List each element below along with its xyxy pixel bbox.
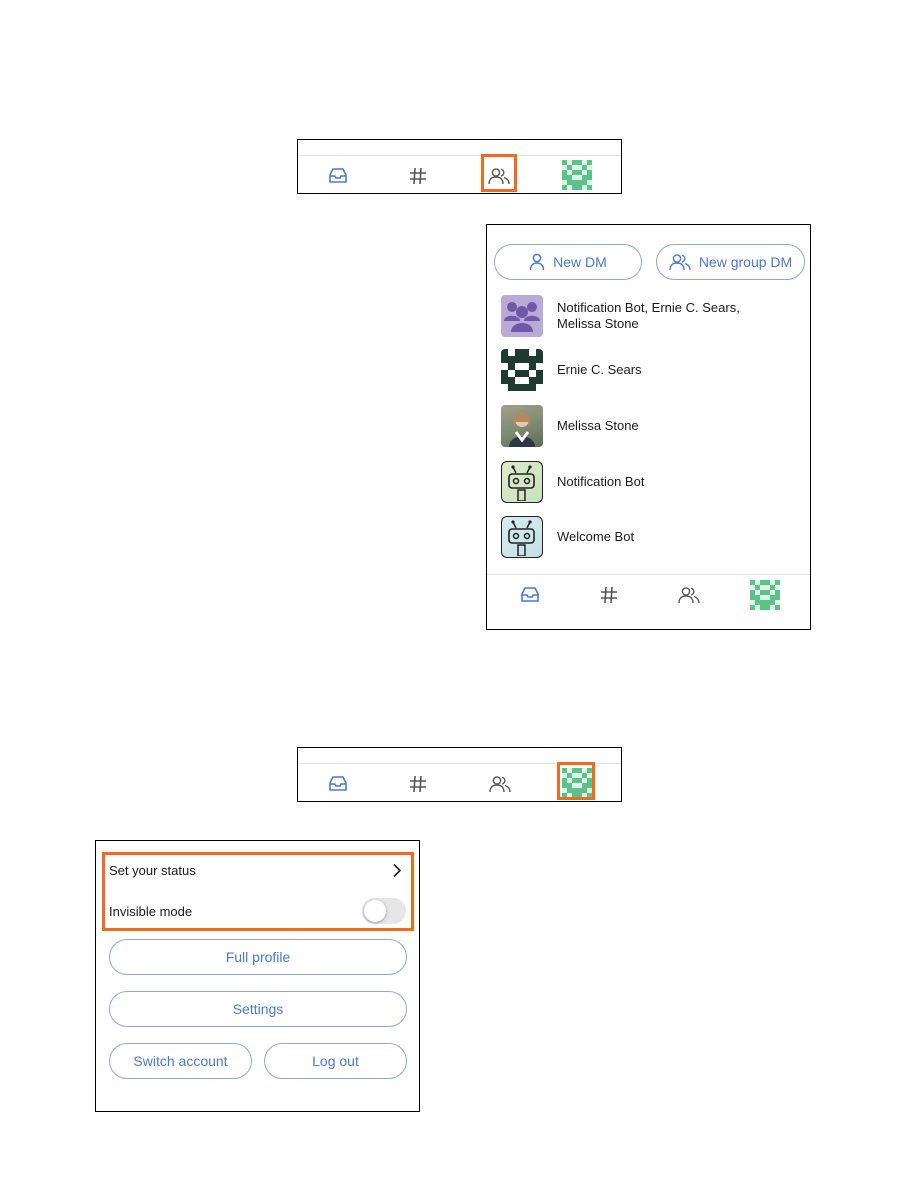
- profile-avatar-icon: [562, 768, 592, 798]
- list-item[interactable]: Notification Bot, Ernie C. Sears, Meliss…: [501, 295, 777, 337]
- group-users-icon: [669, 254, 691, 271]
- tab-channels[interactable]: [406, 164, 430, 188]
- inbox-icon: [521, 587, 539, 602]
- log-out-button[interactable]: Log out: [264, 1043, 407, 1079]
- identicon-avatar: [501, 349, 543, 391]
- tab-direct-messages[interactable]: [487, 164, 511, 188]
- bottom-tab-bar: [298, 763, 621, 801]
- tab-inbox[interactable]: [326, 772, 350, 796]
- invisible-mode-toggle[interactable]: [362, 898, 406, 924]
- direct-messages-icon: [678, 587, 700, 604]
- new-group-dm-button[interactable]: New group DM: [656, 244, 805, 280]
- robot-face-icon: [508, 465, 535, 502]
- inbox-icon: [329, 168, 347, 183]
- bottom-tab-bar: [298, 155, 621, 193]
- tab-inbox[interactable]: [326, 164, 350, 188]
- conversation-name: Ernie C. Sears: [557, 362, 642, 377]
- profile-avatar-icon: [750, 580, 780, 610]
- inbox-icon: [329, 776, 347, 791]
- user-icon: [529, 253, 545, 271]
- invisible-mode-label: Invisible mode: [109, 904, 193, 919]
- list-item[interactable]: Ernie C. Sears: [501, 349, 777, 391]
- switch-account-button[interactable]: Switch account: [109, 1043, 252, 1079]
- bottom-tab-bar: [487, 574, 810, 629]
- settings-button[interactable]: Settings: [109, 991, 407, 1027]
- tabbar-crop-top: [297, 139, 622, 194]
- chevron-right-icon[interactable]: [392, 863, 402, 878]
- robot-face-icon: [508, 520, 535, 557]
- toggle-knob: [364, 900, 386, 922]
- conversation-name: Welcome Bot: [557, 529, 635, 544]
- direct-messages-panel: New DM New group DM Notification Bot, Er…: [486, 224, 811, 630]
- photo-avatar: [501, 405, 543, 447]
- profile-menu-panel: Set your status Invisible mode Full prof…: [95, 840, 420, 1112]
- group-avatar: [501, 295, 543, 337]
- tab-direct-messages[interactable]: [488, 772, 512, 796]
- tabbar-crop-bottom: [297, 747, 622, 802]
- new-group-dm-label: New group DM: [698, 254, 793, 270]
- bot-avatar: [501, 516, 543, 558]
- direct-messages-icon: [489, 776, 511, 793]
- conversation-name: Notification Bot: [557, 474, 645, 489]
- channels-hash-icon: [601, 586, 617, 604]
- list-item[interactable]: Melissa Stone: [501, 405, 777, 447]
- tab-channels[interactable]: [597, 583, 621, 607]
- channels-hash-icon: [410, 775, 426, 793]
- bot-avatar: [501, 461, 543, 503]
- tab-profile[interactable]: [562, 768, 592, 798]
- list-item[interactable]: Notification Bot: [501, 461, 777, 503]
- new-dm-label: New DM: [553, 254, 607, 270]
- channels-hash-icon: [410, 167, 426, 185]
- tab-direct-messages[interactable]: [677, 583, 701, 607]
- conversation-name: Melissa Stone: [557, 418, 639, 433]
- tab-profile[interactable]: [750, 580, 780, 610]
- list-item[interactable]: Welcome Bot: [501, 516, 777, 558]
- set-status-label[interactable]: Set your status: [109, 863, 196, 878]
- new-dm-button[interactable]: New DM: [494, 244, 642, 280]
- person-photo: [509, 413, 535, 447]
- direct-messages-icon: [488, 168, 510, 185]
- group-people-icon: [504, 302, 540, 332]
- full-profile-button[interactable]: Full profile: [109, 939, 407, 975]
- tab-profile[interactable]: [562, 160, 592, 190]
- tab-channels[interactable]: [406, 772, 430, 796]
- conversation-name: Notification Bot, Ernie C. Sears, Meliss…: [557, 300, 740, 331]
- tab-inbox[interactable]: [518, 583, 542, 607]
- profile-avatar-icon: [562, 160, 592, 190]
